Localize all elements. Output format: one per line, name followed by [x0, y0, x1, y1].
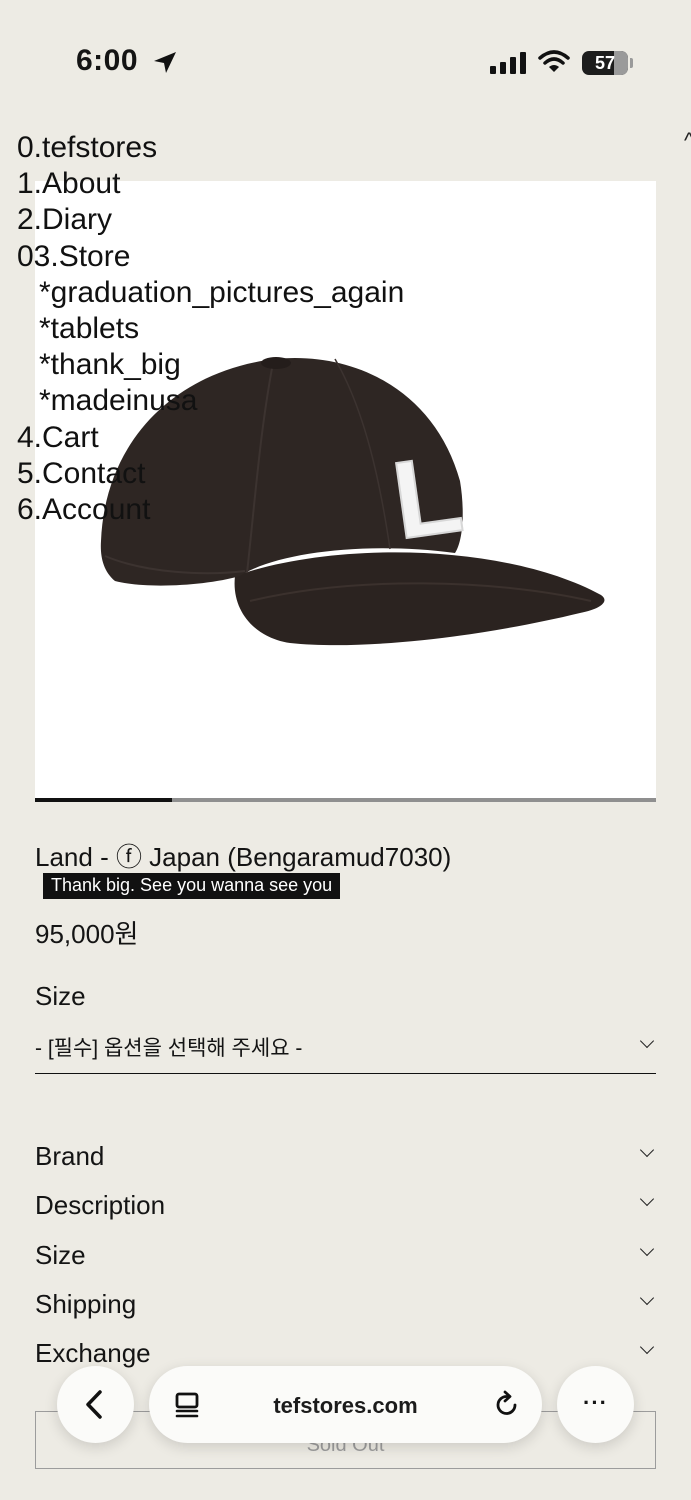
- accordion-brand[interactable]: Brand: [35, 1141, 656, 1181]
- menu-item-home[interactable]: 0.tefstores: [17, 130, 404, 166]
- chevron-down-icon: [639, 1142, 655, 1158]
- status-time: 6:00: [76, 44, 139, 77]
- menu-item-about[interactable]: 1.About: [17, 166, 404, 202]
- product-price: 95,000원: [35, 919, 139, 949]
- address-bar[interactable]: tefstores.com: [149, 1366, 542, 1443]
- ellipsis-icon: ···: [583, 1390, 608, 1415]
- image-carousel-indicator: [35, 798, 172, 802]
- menu-item-diary[interactable]: 2.Diary: [17, 202, 404, 238]
- battery-tip: [630, 58, 633, 68]
- wifi-icon: [538, 50, 570, 79]
- accordion-label: Description: [35, 1190, 166, 1220]
- chevron-down-icon: [639, 1290, 655, 1306]
- browser-more-button[interactable]: ···: [557, 1366, 634, 1443]
- browser-back-button[interactable]: [57, 1366, 134, 1443]
- battery-level: 57: [594, 53, 616, 73]
- address-url: tefstores.com: [273, 1393, 418, 1418]
- menu-subitem-thank-big[interactable]: *thank_big: [17, 347, 404, 383]
- accordion-label: Shipping: [35, 1289, 137, 1319]
- product-title: Land - ⓕ Japan (Bengaramud7030): [35, 842, 452, 872]
- size-select[interactable]: - [필수] 옵션을 선택해 주세요 -: [35, 1030, 656, 1074]
- chevron-down-icon: [639, 1241, 655, 1257]
- accordion-label: Brand: [35, 1141, 105, 1171]
- chevron-left-icon: [86, 1390, 102, 1419]
- size-option-label: Size: [35, 981, 86, 1011]
- battery-icon: 57: [582, 51, 628, 75]
- reload-icon[interactable]: [492, 1390, 522, 1420]
- site-menu: 0.tefstores 1.About 2.Diary 03.Store *gr…: [17, 130, 404, 528]
- menu-item-account[interactable]: 6.Account: [17, 492, 404, 528]
- accordion-description[interactable]: Description: [35, 1190, 656, 1230]
- menu-subitem-madeinusa[interactable]: *madeinusa: [17, 383, 404, 419]
- product-tagline: Thank big. See you wanna see you: [43, 873, 341, 899]
- menu-item-contact[interactable]: 5.Contact: [17, 456, 404, 492]
- size-select-value: - [필수] 옵션을 선택해 주세요 -: [35, 1037, 303, 1060]
- menu-item-cart[interactable]: 4.Cart: [17, 420, 404, 456]
- accordion-size[interactable]: Size: [35, 1240, 656, 1280]
- menu-subitem-tablets[interactable]: *tablets: [17, 311, 404, 347]
- cellular-signal-icon: [490, 52, 528, 74]
- chevron-down-icon: [639, 1191, 655, 1207]
- menu-item-store[interactable]: 03.Store: [17, 239, 404, 275]
- chevron-down-icon: [639, 1033, 655, 1049]
- location-arrow-icon: [152, 51, 178, 80]
- accordion-shipping[interactable]: Shipping: [35, 1289, 656, 1329]
- scroll-top-caret-icon[interactable]: ^: [684, 128, 691, 154]
- accordion-label: Size: [35, 1240, 86, 1270]
- accordion-label: Exchange: [35, 1338, 151, 1368]
- chevron-down-icon: [639, 1339, 655, 1355]
- menu-subitem-graduation-pictures-again[interactable]: *graduation_pictures_again: [17, 275, 404, 311]
